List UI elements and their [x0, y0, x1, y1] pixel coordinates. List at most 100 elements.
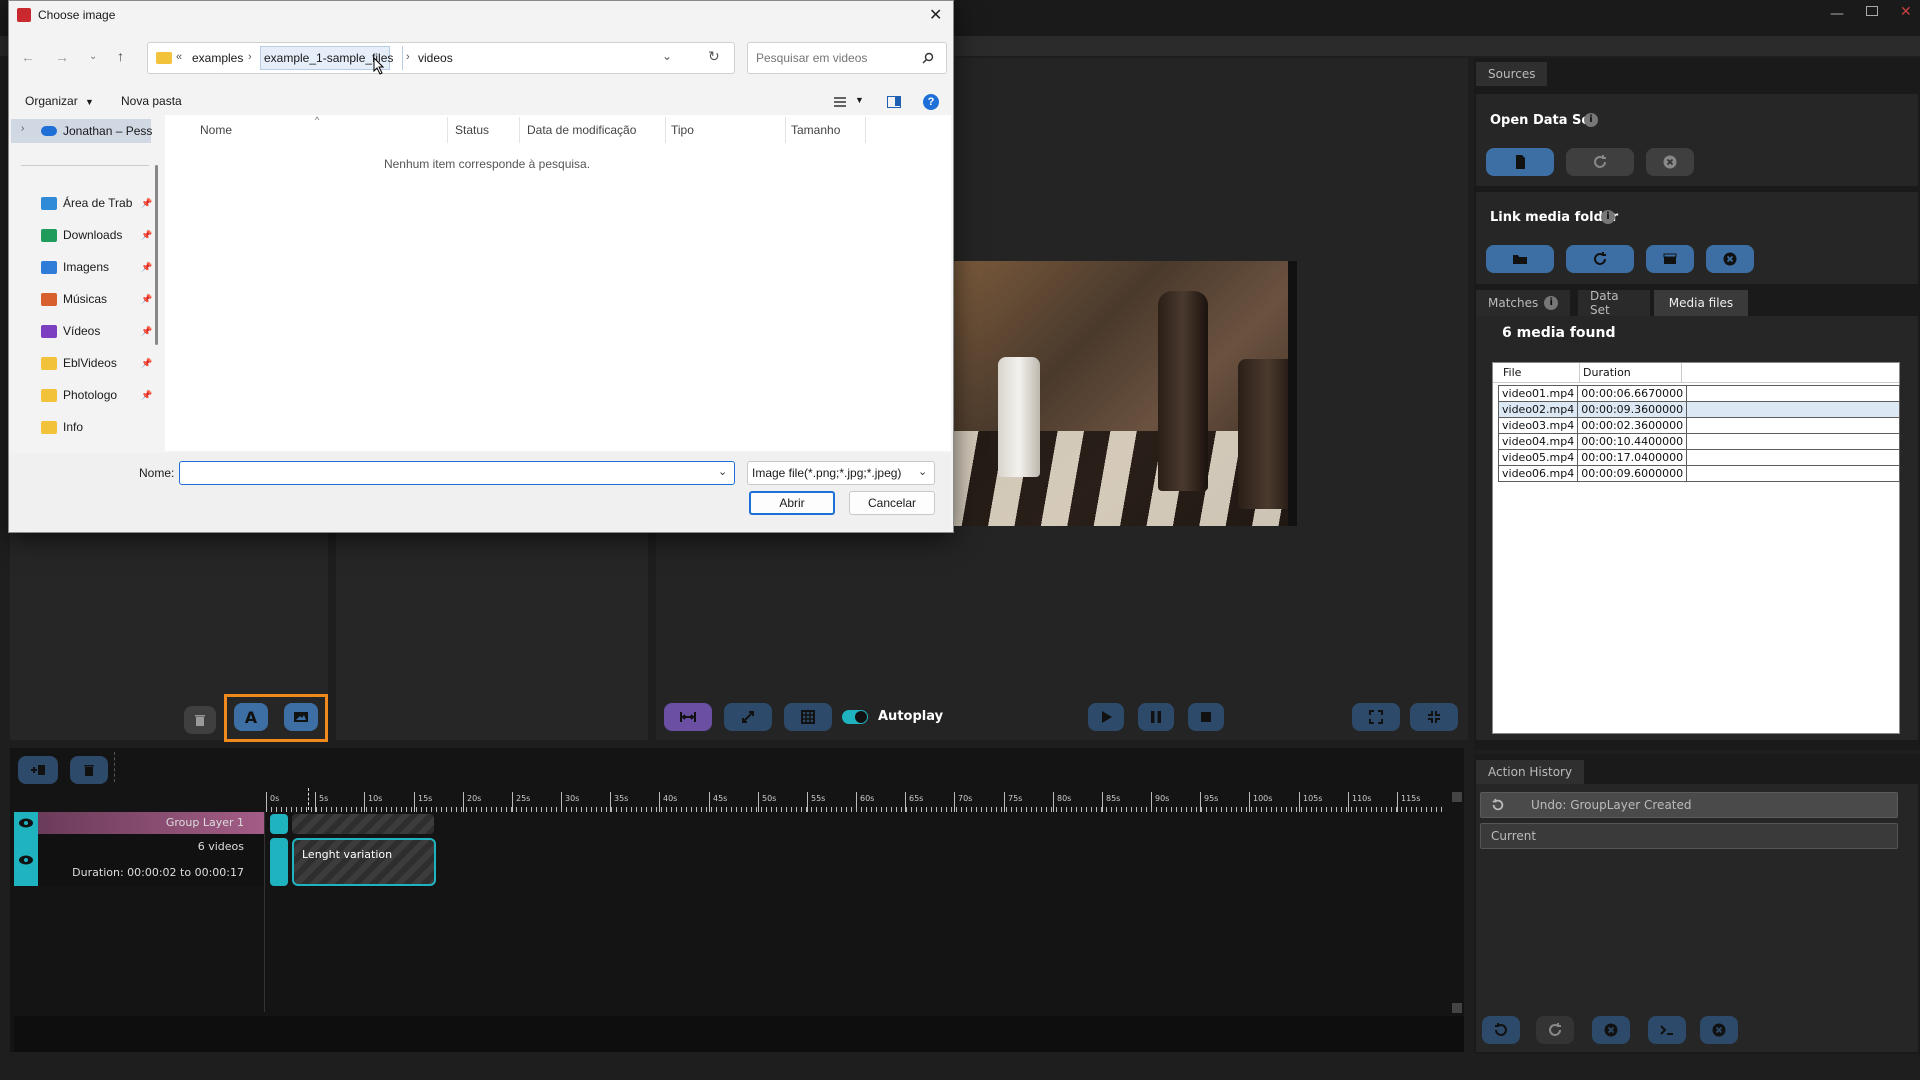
visibility-toggle[interactable]	[14, 834, 38, 886]
timeline-ruler[interactable]: 0s 5s 10s 15s 20s 25s 30s 35s 40s 45s 50s 55s 60s 65s…	[266, 790, 1454, 812]
refresh-folder-button[interactable]	[1566, 245, 1634, 273]
add-text-button[interactable]: A	[234, 703, 268, 731]
group-clip[interactable]	[292, 814, 434, 834]
chevron-down-icon[interactable]: ⌄	[718, 465, 727, 478]
scroll-down-icon[interactable]	[1452, 1003, 1462, 1013]
tab-data-set[interactable]: Data Set	[1578, 289, 1650, 317]
redo-button[interactable]	[1536, 1016, 1574, 1044]
info-icon[interactable]: i	[1584, 113, 1598, 127]
open-dataset-button[interactable]	[1486, 148, 1554, 176]
search-input[interactable]	[754, 49, 914, 67]
play-button[interactable]	[1088, 703, 1124, 731]
nav-item[interactable]: Imagens 📌	[41, 257, 152, 277]
group-layer-header[interactable]: Group Layer 1	[38, 812, 264, 834]
history-item-current[interactable]: Current	[1480, 823, 1898, 849]
tab-media-files[interactable]: Media files	[1654, 290, 1748, 316]
clip-handle[interactable]	[270, 838, 288, 886]
column-header-name[interactable]: Nome	[200, 123, 232, 137]
shrink-button[interactable]	[1410, 703, 1458, 731]
cancel-button[interactable]: Cancelar	[849, 491, 935, 515]
forward-icon[interactable]: →	[55, 49, 69, 65]
table-row[interactable]: video03.mp4 00:00:02.3600000	[1497, 417, 1900, 434]
pin-icon[interactable]: 📌	[141, 294, 152, 305]
maximize-icon[interactable]	[1866, 6, 1878, 16]
pin-icon[interactable]: 📌	[141, 198, 152, 209]
nav-item[interactable]: Info	[41, 417, 83, 437]
pin-icon[interactable]: 📌	[141, 326, 152, 337]
group-clip-handle[interactable]	[270, 814, 288, 834]
history-item-undo[interactable]: Undo: GroupLayer Created	[1480, 792, 1898, 818]
path-segment-videos[interactable]: videos	[418, 51, 453, 65]
delete-layer-button[interactable]	[70, 756, 108, 784]
tab-action-history[interactable]: Action History	[1476, 760, 1585, 784]
open-folder-button[interactable]	[1486, 245, 1554, 273]
info-icon[interactable]: i	[1544, 296, 1559, 310]
nav-item[interactable]: Downloads 📌	[41, 225, 152, 245]
chevron-right-icon[interactable]: ›	[21, 123, 24, 134]
filename-input[interactable]	[184, 465, 704, 481]
minimize-icon[interactable]: —	[1830, 6, 1844, 22]
address-bar[interactable]: « examples › example_1-sample_files › vi…	[147, 42, 735, 74]
filename-field[interactable]: ⌄	[179, 461, 735, 485]
nav-item[interactable]: Músicas 📌	[41, 289, 152, 309]
pin-icon[interactable]: 📌	[141, 230, 152, 241]
column-header-modified[interactable]: Data de modificação	[527, 123, 636, 137]
archive-button[interactable]	[1646, 245, 1694, 273]
fullscreen-button[interactable]	[1352, 703, 1400, 731]
table-row[interactable]: video05.mp4 00:00:17.0400000	[1497, 449, 1900, 466]
refresh-dataset-button[interactable]	[1566, 148, 1634, 176]
close-panel-button[interactable]	[1700, 1016, 1738, 1044]
search-box[interactable]	[747, 42, 947, 74]
preview-pane-icon[interactable]	[887, 96, 901, 108]
playhead[interactable]	[308, 788, 309, 810]
pin-icon[interactable]: 📌	[141, 390, 152, 401]
new-folder-button[interactable]: Nova pasta	[121, 94, 182, 108]
add-image-button[interactable]	[284, 703, 318, 731]
video-clip[interactable]: Lenght variation	[292, 838, 436, 886]
open-button[interactable]: Abrir	[749, 491, 835, 515]
help-icon[interactable]: ?	[923, 94, 939, 110]
pin-icon[interactable]: 📌	[141, 358, 152, 369]
back-icon[interactable]: ←	[21, 49, 35, 65]
video-layer-header[interactable]: 6 videos Duration: 00:00:02 to 00:00:17	[38, 834, 264, 886]
column-header-size[interactable]: Tamanho	[791, 123, 840, 137]
chevron-down-icon[interactable]: ▼	[855, 95, 864, 105]
chevron-down-icon[interactable]: ⌄	[89, 51, 97, 62]
refresh-icon[interactable]: ↻	[708, 48, 720, 65]
grid-button[interactable]	[784, 703, 832, 731]
up-icon[interactable]: ↑	[117, 48, 124, 64]
path-overflow[interactable]: «	[176, 51, 182, 63]
autoplay-toggle[interactable]	[842, 710, 868, 724]
close-icon[interactable]: ✕	[929, 5, 942, 25]
console-button[interactable]	[1648, 1016, 1686, 1044]
add-layer-button[interactable]	[18, 756, 58, 784]
undo-button[interactable]	[1482, 1016, 1520, 1044]
fit-width-button[interactable]	[664, 703, 712, 731]
filetype-select[interactable]: Image file(*.png;*.jpg;*.jpeg) ⌄	[747, 461, 935, 485]
chevron-down-icon[interactable]: ⌄	[662, 49, 672, 63]
view-list-icon[interactable]	[833, 96, 847, 108]
search-icon[interactable]	[922, 52, 934, 64]
path-segment-examples[interactable]: examples	[192, 51, 243, 65]
organize-menu[interactable]: Organizar ▼	[25, 94, 94, 108]
clear-history-button[interactable]	[1592, 1016, 1630, 1044]
column-header-duration[interactable]: Duration	[1583, 366, 1631, 379]
tab-matches[interactable]: Matches i	[1476, 290, 1571, 316]
close-dataset-button[interactable]	[1646, 148, 1694, 176]
pause-button[interactable]	[1138, 703, 1174, 731]
stop-button[interactable]	[1188, 703, 1224, 731]
nav-item[interactable]: Vídeos 📌	[41, 321, 152, 341]
app-close-icon[interactable]: ✕	[1900, 4, 1912, 20]
column-header-file[interactable]: File	[1503, 366, 1521, 379]
nav-item[interactable]: Área de Trab 📌	[41, 193, 152, 213]
dialog-title-bar[interactable]: Choose image ✕	[9, 1, 951, 31]
unlink-folder-button[interactable]	[1706, 245, 1754, 273]
table-row[interactable]: video02.mp4 00:00:09.3600000	[1497, 401, 1900, 418]
table-row[interactable]: video01.mp4 00:00:06.6670000	[1497, 385, 1900, 402]
expand-button[interactable]	[724, 703, 772, 731]
nav-account-label[interactable]: Jonathan – Pess	[63, 124, 152, 138]
scroll-up-icon[interactable]	[1452, 792, 1462, 802]
nav-item[interactable]: EblVideos 📌	[41, 353, 152, 373]
pin-icon[interactable]: 📌	[141, 262, 152, 273]
visibility-toggle[interactable]	[14, 812, 38, 834]
